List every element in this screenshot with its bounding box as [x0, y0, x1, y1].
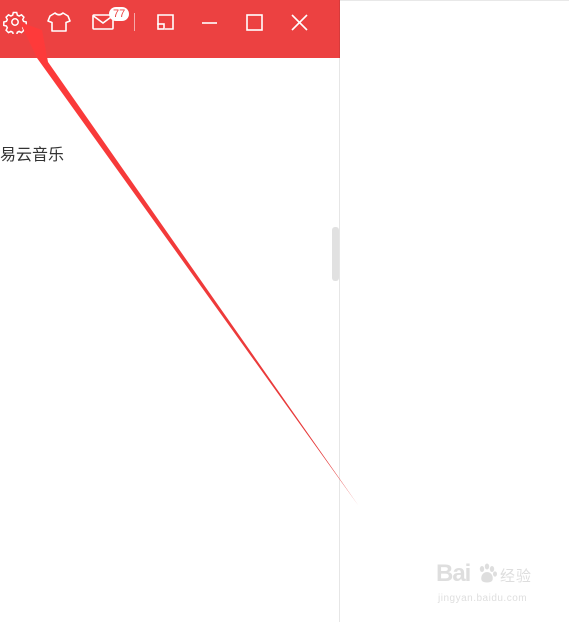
- settings-button[interactable]: [0, 8, 30, 36]
- close-icon: [287, 10, 311, 34]
- watermark-url: jingyan.baidu.com: [438, 593, 528, 604]
- mini-mode-button[interactable]: [150, 8, 180, 36]
- watermark-logo: Bai: [436, 560, 471, 587]
- tshirt-icon: [46, 10, 72, 34]
- maximize-icon: [242, 10, 266, 34]
- skin-button[interactable]: [44, 8, 74, 36]
- screenshot-stage: 77 易云音乐 Bai 经验 jingyan.baidu.com: [0, 0, 569, 622]
- maximize-button[interactable]: [239, 8, 269, 36]
- minimize-button[interactable]: [194, 8, 224, 36]
- gear-icon: [3, 10, 27, 34]
- music-app-window: 77 易云音乐: [0, 0, 340, 622]
- paw-icon: [476, 562, 500, 590]
- scrollbar-thumb[interactable]: [332, 227, 339, 281]
- app-name-text: 易云音乐: [0, 145, 65, 164]
- titlebar-divider: [134, 13, 135, 31]
- baidu-jingyan-watermark: Bai 经验 jingyan.baidu.com: [436, 560, 546, 610]
- minimize-icon: [197, 10, 221, 34]
- title-bar: 77: [0, 0, 340, 58]
- mini-mode-icon: [153, 10, 177, 34]
- watermark-site-name: 经验: [500, 567, 533, 585]
- desktop-background: [340, 0, 569, 622]
- close-button[interactable]: [284, 8, 314, 36]
- message-count-badge: 77: [109, 7, 130, 21]
